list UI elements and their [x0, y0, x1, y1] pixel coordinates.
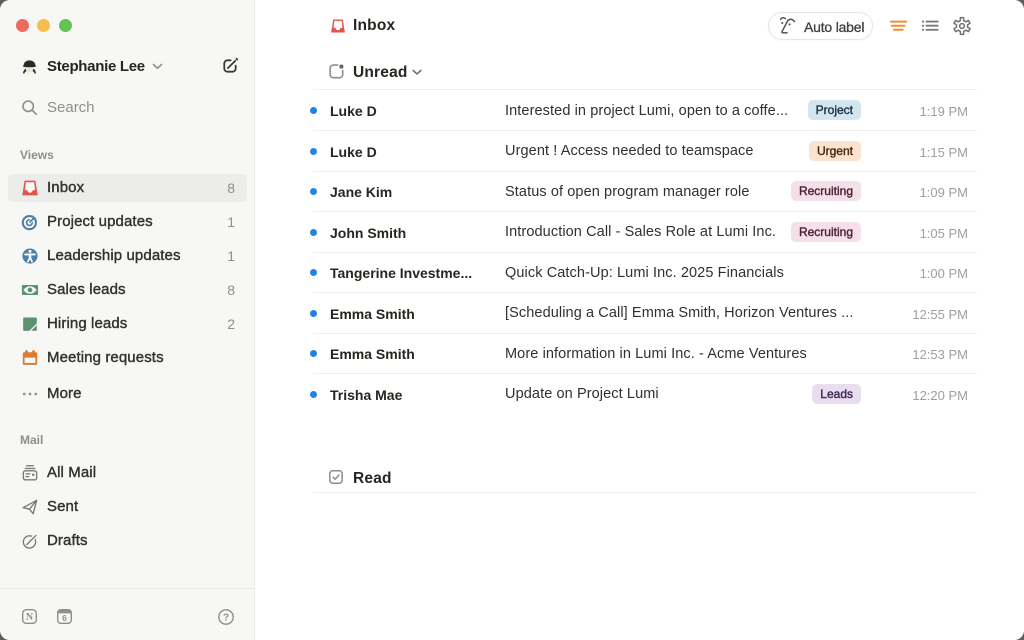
svg-text:6: 6 [62, 613, 67, 623]
svg-text:N: N [26, 612, 34, 623]
svg-text:?: ? [223, 613, 229, 624]
